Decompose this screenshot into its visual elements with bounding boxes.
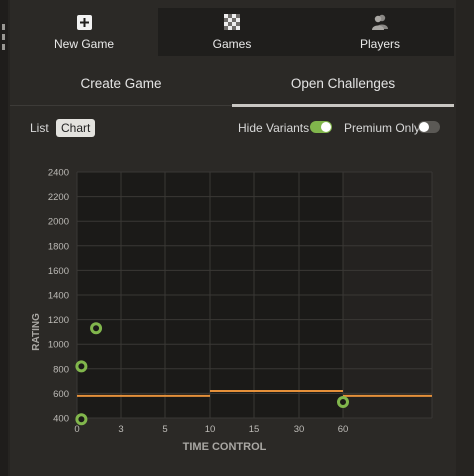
y-tick-label: 2000	[48, 217, 69, 228]
tab-games[interactable]: Games	[158, 8, 306, 56]
y-tick-label: 1600	[48, 266, 69, 277]
checkerboard-icon	[224, 13, 240, 31]
y-tick-label: 1800	[48, 241, 69, 252]
y-tick-label: 1200	[48, 315, 69, 326]
y-tick-label: 1000	[48, 340, 69, 351]
top-navigation: New Game Games Players	[10, 8, 454, 56]
y-tick-label: 2400	[48, 168, 69, 179]
x-tick-label: 0	[74, 424, 79, 435]
rating-time-chart-svg: 4006008001000120014001600180020002200240…	[31, 168, 433, 453]
tab-players-label: Players	[359, 37, 400, 51]
active-tab-indicator	[232, 104, 454, 107]
challenge-point	[75, 360, 88, 373]
chart-view-button[interactable]: Chart	[56, 119, 96, 137]
tab-new-game-label: New Game	[53, 37, 115, 51]
list-view-button[interactable]: List	[30, 121, 49, 135]
y-tick-label: 800	[53, 364, 69, 375]
x-tick-label: 10	[205, 424, 216, 435]
y-tick-label: 2200	[48, 192, 69, 203]
challenge-point	[75, 413, 88, 426]
x-tick-label: 3	[118, 424, 123, 435]
tab-open-challenges[interactable]: Open Challenges	[232, 60, 454, 106]
view-controls: List Chart Hide Variants Premium Only	[10, 116, 454, 140]
left-edge-strip	[0, 0, 8, 476]
players-icon	[371, 13, 389, 31]
hide-variants-label: Hide Variants	[238, 121, 310, 135]
premium-only-label: Premium Only	[344, 121, 421, 135]
tab-new-game[interactable]: New Game	[10, 8, 158, 56]
y-tick-label: 400	[53, 414, 69, 425]
x-tick-label: 15	[249, 424, 260, 435]
challenge-point	[90, 322, 103, 335]
toggle-knob	[419, 122, 429, 132]
tab-players[interactable]: Players	[306, 8, 454, 56]
tab-games-label: Games	[212, 37, 252, 51]
x-tick-label: 30	[294, 424, 305, 435]
tab-create-game[interactable]: Create Game	[10, 60, 232, 106]
app-frame: New Game Games Players Create Game Open …	[0, 0, 474, 476]
challenge-point	[337, 396, 349, 409]
x-axis-label: TIME CONTROL	[183, 441, 267, 453]
toggle-knob	[321, 122, 331, 132]
hide-variants-toggle[interactable]	[310, 121, 332, 133]
plus-square-icon	[76, 13, 92, 31]
challenges-chart: 400 600 800 1000 1200 1400 1600 1800 2000 2200 240…	[10, 160, 454, 460]
challenge-tabs: Create Game Open Challenges	[10, 60, 454, 107]
y-tick-label: 1400	[48, 291, 69, 302]
x-tick-label: 5	[162, 424, 167, 435]
premium-only-toggle[interactable]	[418, 121, 440, 133]
x-tick-label: 60	[338, 424, 349, 435]
y-tick-label: 600	[53, 389, 69, 400]
y-axis-label: RATING	[31, 313, 42, 351]
